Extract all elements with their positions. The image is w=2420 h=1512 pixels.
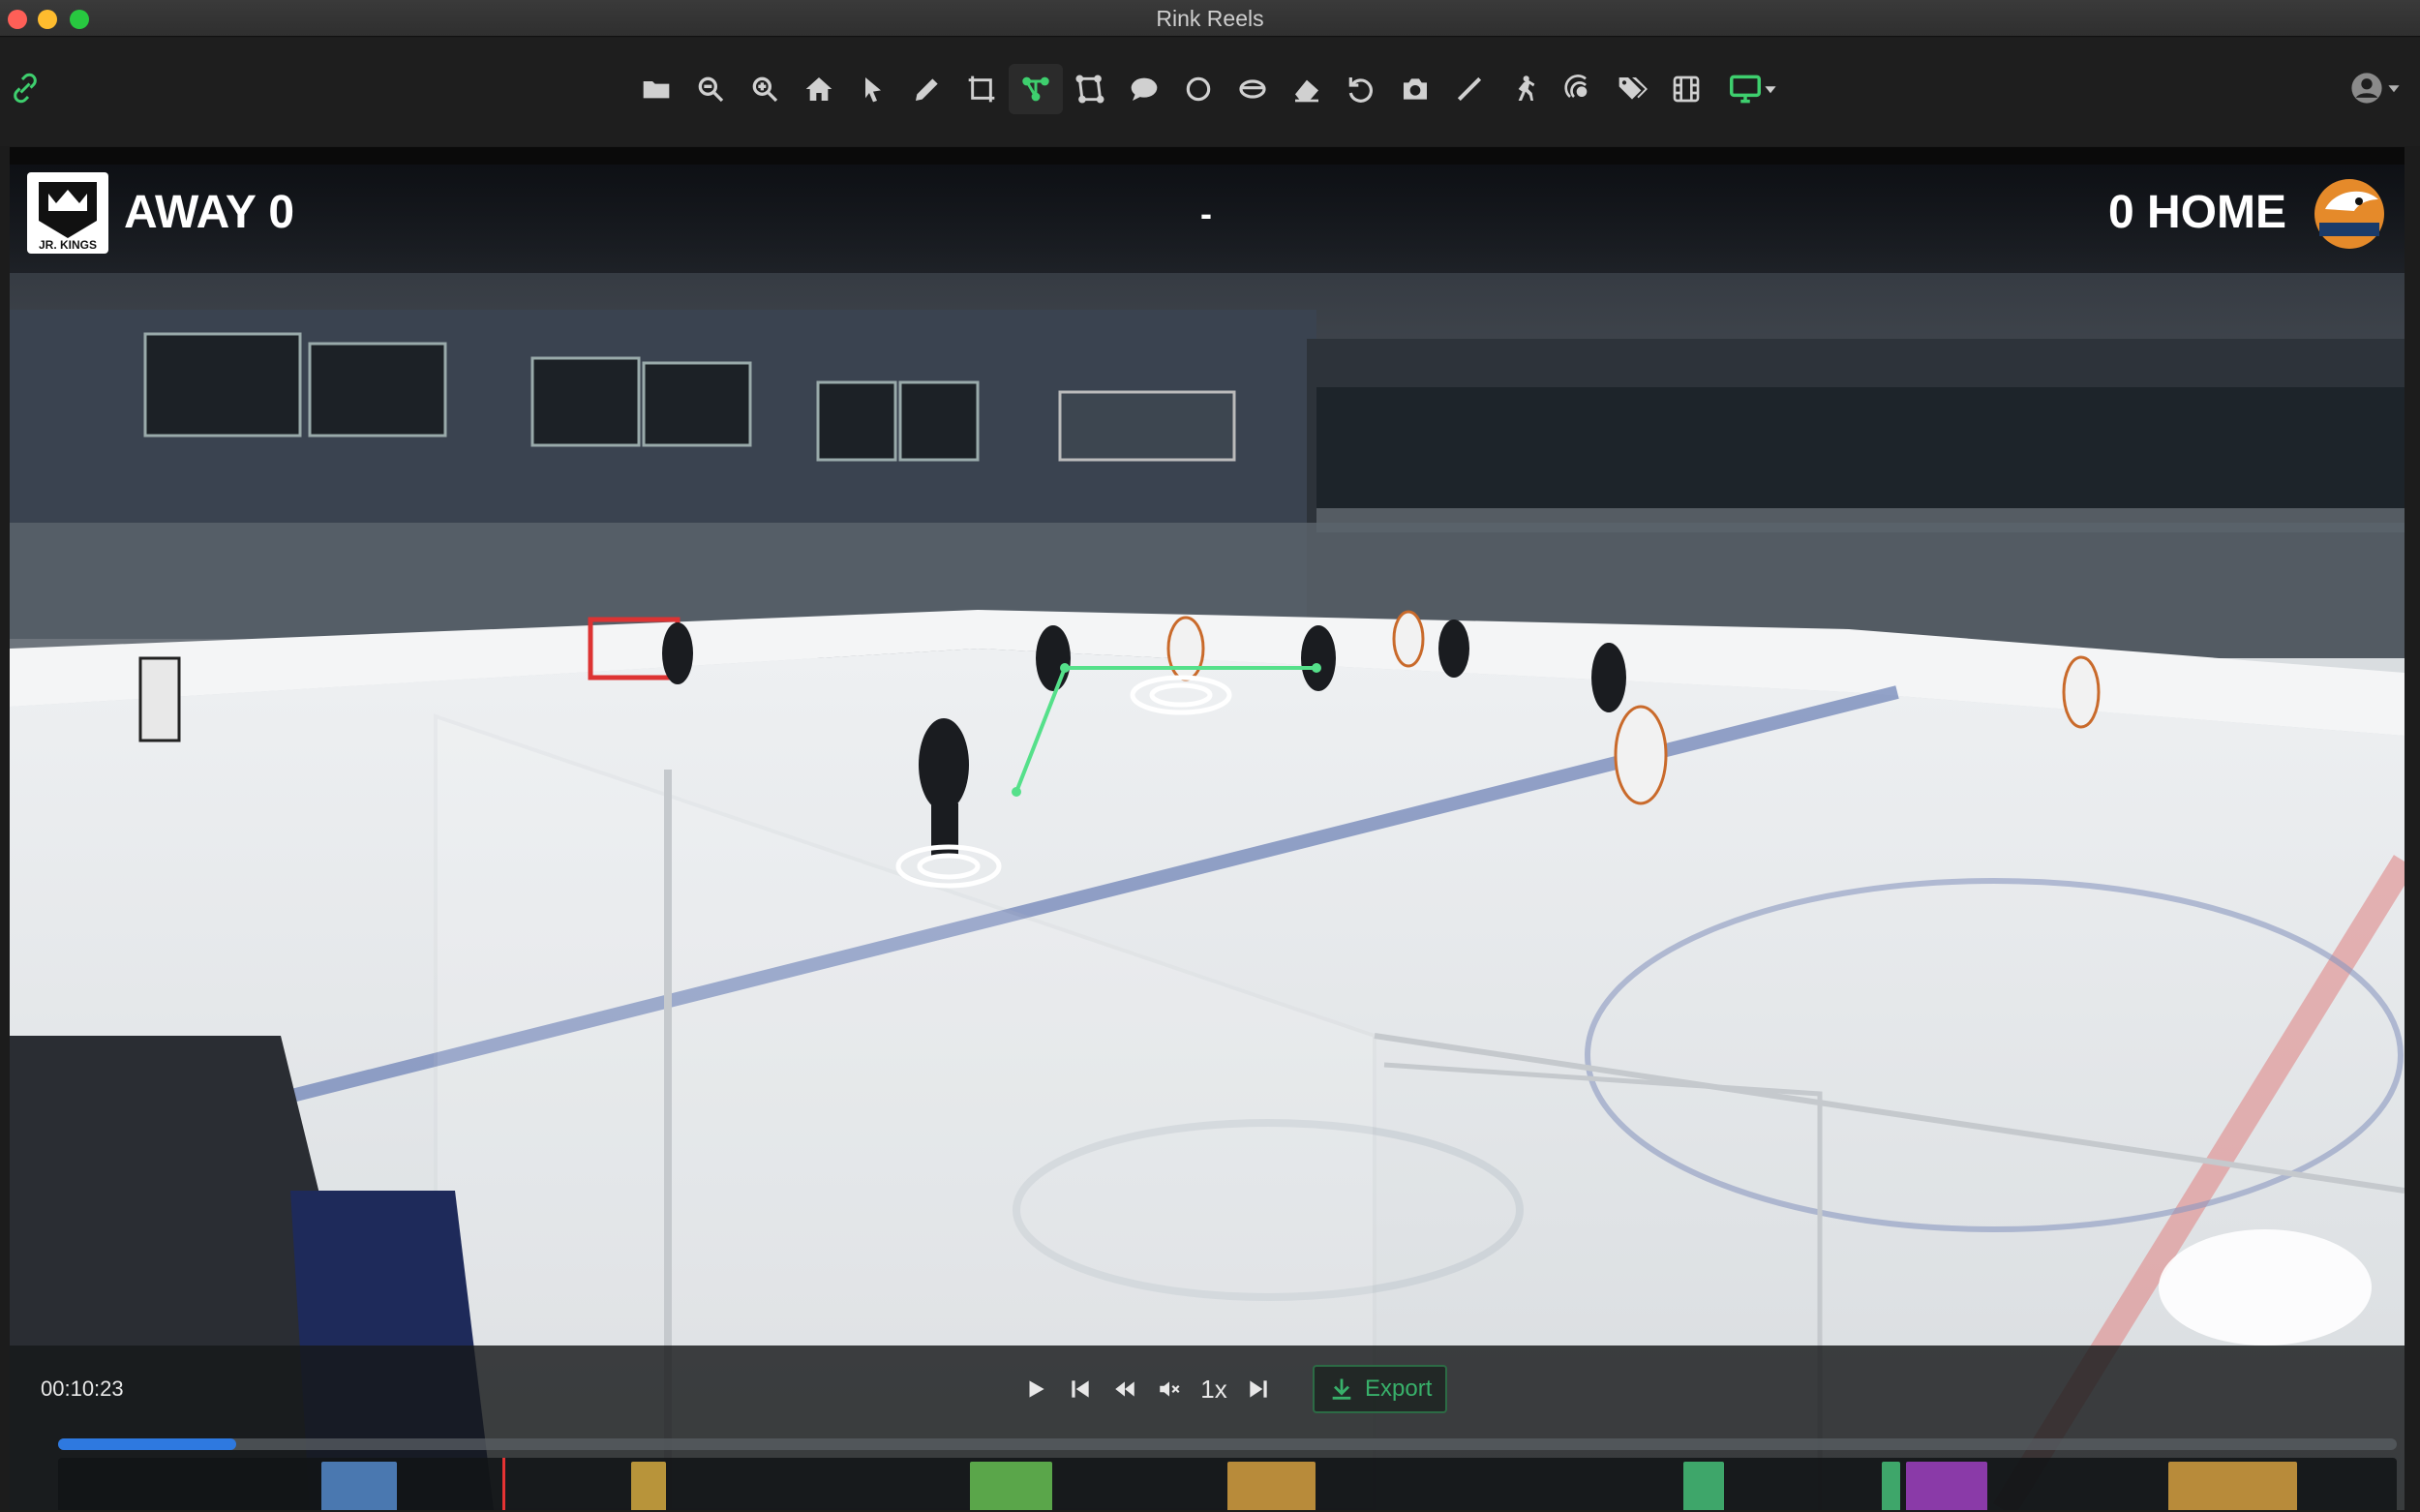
- away-logo-text: JR. KINGS: [39, 238, 97, 252]
- crop-icon[interactable]: [954, 64, 1009, 114]
- timeline-event-marker[interactable]: [1882, 1462, 1900, 1510]
- timeline-event-marker[interactable]: [320, 1462, 398, 1510]
- open-folder-icon[interactable]: [629, 64, 683, 114]
- tags-icon[interactable]: [1605, 64, 1659, 114]
- line-icon[interactable]: [1442, 64, 1497, 114]
- play-button[interactable]: [1016, 1367, 1055, 1411]
- export-label: Export: [1365, 1376, 1433, 1402]
- connect-nodes-icon[interactable]: [1009, 64, 1063, 114]
- user-avatar-icon: [2351, 73, 2382, 104]
- playback-controls: 00:10:23 1x Export: [10, 1346, 2405, 1510]
- toolbar: [0, 38, 2420, 146]
- home-icon[interactable]: [792, 64, 846, 114]
- period-indicator: -: [1200, 194, 1212, 233]
- transport-controls: 1x Export: [1016, 1365, 1448, 1413]
- seek-bar[interactable]: [58, 1438, 2397, 1450]
- zoom-in-icon[interactable]: [738, 64, 792, 114]
- event-timeline[interactable]: [58, 1458, 2397, 1510]
- timeline-event-marker[interactable]: [1683, 1462, 1725, 1510]
- pencil-icon[interactable]: [900, 64, 954, 114]
- speech-bubble-icon[interactable]: [1117, 64, 1171, 114]
- timeline-playhead[interactable]: [502, 1458, 506, 1510]
- spotlight-ellipse-icon[interactable]: [1225, 64, 1280, 114]
- user-menu[interactable]: [2350, 67, 2408, 109]
- skater-icon[interactable]: [1497, 64, 1551, 114]
- skip-forward-icon: [1250, 1380, 1267, 1398]
- timeline-event-marker[interactable]: [2168, 1462, 2298, 1510]
- chevron-down-icon: [2388, 85, 2400, 93]
- zoom-out-icon[interactable]: [683, 64, 738, 114]
- circle-icon[interactable]: [1171, 64, 1225, 114]
- home-team-logo: [2306, 170, 2393, 257]
- camera-icon[interactable]: [1388, 64, 1442, 114]
- skip-to-start-button[interactable]: [1061, 1367, 1100, 1411]
- tool-group: [629, 64, 1791, 114]
- scoreboard: JR. KINGS AWAY 0 - 0 HOME: [10, 165, 2405, 273]
- polygon-icon[interactable]: [1063, 64, 1117, 114]
- monitor-dropdown-icon[interactable]: [1713, 64, 1791, 114]
- playback-speed-button[interactable]: 1x: [1195, 1367, 1233, 1411]
- away-score: AWAY 0: [124, 187, 295, 238]
- tracking-icon[interactable]: [1551, 64, 1605, 114]
- undo-icon[interactable]: [1334, 64, 1388, 114]
- timeline-event-marker[interactable]: [1905, 1462, 1988, 1510]
- pointer-icon[interactable]: [846, 64, 900, 114]
- link-icon[interactable]: [8, 71, 43, 106]
- window-title: Rink Reels: [1156, 6, 1264, 31]
- timeline-event-marker[interactable]: [630, 1462, 667, 1510]
- timeline-event-marker[interactable]: [970, 1462, 1052, 1510]
- mute-button[interactable]: [1150, 1367, 1189, 1411]
- eraser-icon[interactable]: [1280, 64, 1334, 114]
- away-team-logo: JR. KINGS: [27, 172, 108, 254]
- video-player[interactable]: JR. KINGS AWAY 0 - 0 HOME 00:10:23 1x Ex…: [10, 147, 2405, 1510]
- export-button[interactable]: Export: [1313, 1365, 1448, 1413]
- speaker-muted-icon: [1160, 1381, 1180, 1397]
- rewind-icon: [1115, 1381, 1134, 1397]
- rewind-button[interactable]: [1105, 1367, 1144, 1411]
- seek-bar-progress: [58, 1438, 236, 1450]
- download-icon: [1332, 1378, 1351, 1400]
- timeline-event-marker[interactable]: [1227, 1462, 1316, 1510]
- skip-to-end-button[interactable]: [1239, 1367, 1278, 1411]
- film-grid-icon[interactable]: [1659, 64, 1713, 114]
- timecode: 00:10:23: [41, 1376, 124, 1401]
- skip-back-icon: [1072, 1380, 1089, 1398]
- home-score: 0 HOME: [2107, 187, 2286, 238]
- rink-video-frame: [10, 165, 2405, 1510]
- window-titlebar: Rink Reels: [0, 0, 2420, 37]
- play-icon: [1029, 1380, 1044, 1398]
